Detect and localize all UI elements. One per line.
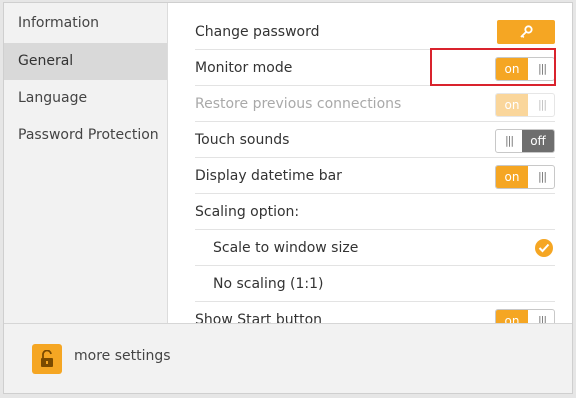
row-restore-connections: Restore previous connections on ||| [195,86,555,122]
start-button-label: Show Start button [195,312,323,323]
row-no-scaling[interactable]: No scaling (1:1) [195,266,555,302]
highlight-annotation [430,48,556,86]
sidebar: Information General Language Password Pr… [4,3,168,323]
touch-sounds-label: Touch sounds [195,132,290,148]
scale-to-window-radio[interactable] [535,239,553,257]
monitor-mode-label: Monitor mode [195,60,293,76]
no-scaling-label: No scaling (1:1) [213,276,324,292]
footer-bar: more settings [4,323,572,393]
unlock-icon [41,350,53,367]
row-scale-to-window[interactable]: Scale to window size [195,230,555,266]
sidebar-item-information[interactable]: Information [4,3,167,43]
more-settings-button[interactable] [32,344,62,374]
row-datetime-bar: Display datetime bar on ||| [195,158,555,194]
toggle-off-text: off [522,130,554,152]
change-password-button[interactable] [497,20,555,44]
touch-sounds-toggle[interactable]: ||| off [495,129,555,153]
change-password-label: Change password [195,24,320,40]
toggle-grip-icon: ||| [537,98,547,111]
row-change-password: Change password [195,14,555,50]
datetime-bar-label: Display datetime bar [195,168,342,184]
toggle-grip-icon: ||| [504,134,514,147]
row-start-button: Show Start button on ||| [195,302,555,323]
check-icon [538,243,550,253]
datetime-bar-toggle[interactable]: on ||| [495,165,555,189]
key-icon [520,25,533,38]
toggle-on-text: on [496,166,528,188]
toggle-grip-icon: ||| [537,170,547,183]
row-scaling-option: Scaling option: [195,194,555,230]
sidebar-item-general[interactable]: General [4,43,167,80]
restore-connections-toggle: on ||| [495,93,555,117]
sidebar-item-language[interactable]: Language [4,80,167,117]
toggle-grip-icon: ||| [537,314,547,323]
toggle-on-text: on [496,94,528,116]
sidebar-item-password-protection[interactable]: Password Protection [4,117,167,154]
more-settings-label[interactable]: more settings [74,348,171,364]
start-button-toggle[interactable]: on ||| [495,309,555,323]
restore-connections-label: Restore previous connections [195,96,402,112]
toggle-on-text: on [496,310,528,323]
row-touch-sounds: Touch sounds ||| off [195,122,555,158]
scale-to-window-label: Scale to window size [213,240,359,256]
scaling-option-label: Scaling option: [195,204,300,220]
